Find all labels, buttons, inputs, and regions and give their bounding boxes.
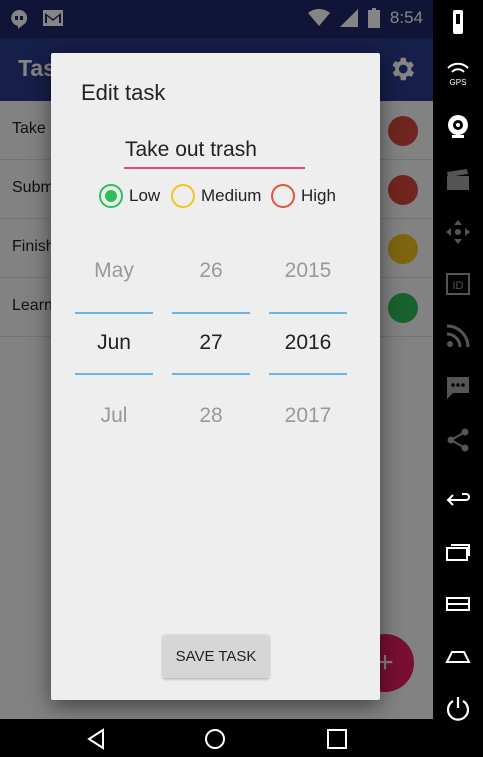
priority-high-label: High [301,186,336,205]
system-nav-bar [0,719,433,757]
screen-record-icon[interactable] [444,166,472,194]
dialog-title: Edit task [81,80,166,105]
month-next[interactable]: Jul [75,404,153,428]
battery-control-icon[interactable] [444,8,472,36]
radio-medium-icon [171,184,195,208]
month-selected[interactable]: Jun [75,331,153,355]
power-icon[interactable] [444,694,472,722]
priority-low-label: Low [129,186,161,205]
radio-low-icon [99,184,123,208]
dpad-icon[interactable] [444,218,472,246]
day-selected[interactable]: 27 [172,331,250,355]
menu-control-icon[interactable] [444,590,472,618]
recents-icon[interactable] [326,728,348,750]
device-screen: 8:54 Tasks Take out trash Submit report … [0,0,433,757]
edit-task-dialog: Edit task Low Medium High May Jun Jul 26… [51,53,380,700]
year-prev[interactable]: 2015 [269,259,347,283]
svg-text:ID: ID [453,280,464,292]
recents-control-icon[interactable] [444,538,472,566]
home-control-icon[interactable] [444,642,472,670]
back-control-icon[interactable] [444,486,472,514]
picker-divider [269,373,347,375]
picker-divider [75,373,153,375]
picker-divider [269,312,347,314]
save-task-button[interactable]: SAVE TASK [163,635,269,678]
priority-medium-radio[interactable]: Medium [171,184,261,208]
priority-medium-label: Medium [201,186,262,205]
priority-low-radio[interactable]: Low [99,184,160,208]
home-icon[interactable] [204,728,226,750]
gps-icon[interactable]: GPS [444,60,472,88]
picker-divider [75,312,153,314]
camera-icon[interactable] [444,112,472,140]
share-icon[interactable] [444,426,472,454]
picker-divider [172,312,250,314]
gps-label: GPS [450,78,467,87]
priority-high-radio[interactable]: High [271,184,336,208]
year-next[interactable]: 2017 [269,404,347,428]
day-prev[interactable]: 26 [172,259,250,283]
month-prev[interactable]: May [75,259,153,283]
sms-icon[interactable] [444,374,472,402]
id-icon[interactable]: ID [444,270,472,298]
picker-divider [172,373,250,375]
rss-icon[interactable] [444,322,472,350]
task-name-input[interactable] [124,136,305,169]
emulator-sidebar: GPS ID [433,0,483,757]
day-next[interactable]: 28 [172,404,250,428]
back-icon[interactable] [85,728,107,750]
radio-high-icon [271,184,295,208]
year-selected[interactable]: 2016 [269,331,347,355]
